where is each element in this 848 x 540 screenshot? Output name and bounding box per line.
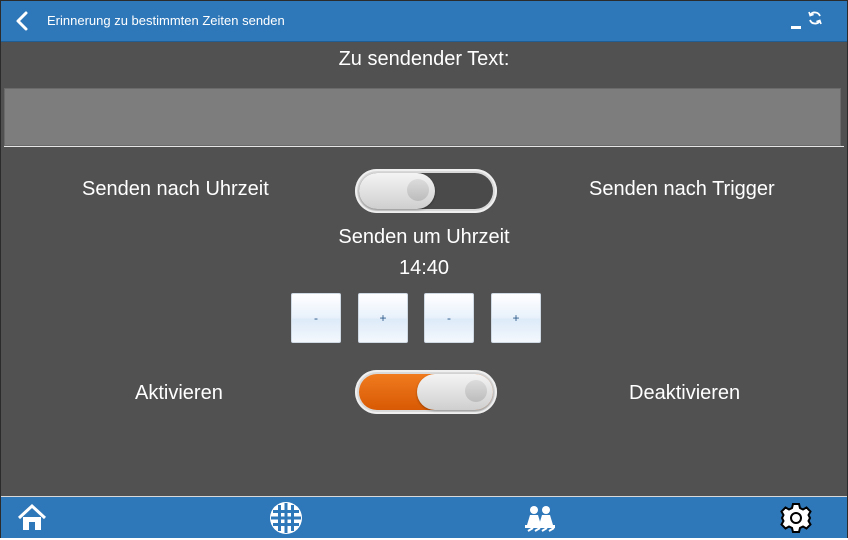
hours-increment-button[interactable]: + (358, 293, 408, 343)
bottom-nav (1, 496, 847, 538)
knob-dot (407, 179, 429, 201)
time-minutes: 40 (426, 257, 450, 279)
app-window: Erinnerung zu bestimmten Zeiten senden Z… (0, 0, 848, 538)
knob-dot (465, 380, 487, 402)
message-text-field[interactable] (4, 88, 841, 146)
time-label: Senden um Uhrzeit (338, 226, 510, 248)
title-bar: Erinnerung zu bestimmten Zeiten senden (1, 1, 847, 42)
text-label: Zu sendender Text: (338, 48, 510, 70)
back-chevron-icon[interactable] (11, 9, 35, 33)
hours-decrement-button[interactable]: - (291, 293, 341, 343)
people-icon[interactable] (523, 501, 557, 535)
minutes-increment-button[interactable]: + (491, 293, 541, 343)
page-title: Erinnerung zu bestimmten Zeiten senden (47, 13, 285, 28)
activation-toggle[interactable] (355, 370, 497, 414)
time-hours: 14 (398, 257, 422, 279)
mode-left-label: Senden nach Uhrzeit (82, 178, 269, 200)
activate-label: Aktivieren (135, 382, 223, 404)
grid-icon[interactable] (269, 501, 303, 535)
home-icon[interactable] (15, 501, 49, 535)
mode-toggle-knob[interactable] (359, 173, 435, 209)
mode-right-label: Senden nach Trigger (589, 178, 775, 200)
deactivate-label: Deaktivieren (629, 382, 741, 404)
window-controls (791, 8, 831, 32)
gear-icon[interactable] (779, 501, 813, 535)
minutes-decrement-button[interactable]: - (424, 293, 474, 343)
refresh-icon[interactable] (807, 10, 823, 26)
activation-toggle-knob[interactable] (417, 374, 493, 410)
time-value: 14:40 (1, 257, 847, 280)
divider (4, 146, 844, 147)
mode-toggle[interactable] (355, 169, 497, 213)
minimize-icon[interactable] (791, 26, 801, 29)
